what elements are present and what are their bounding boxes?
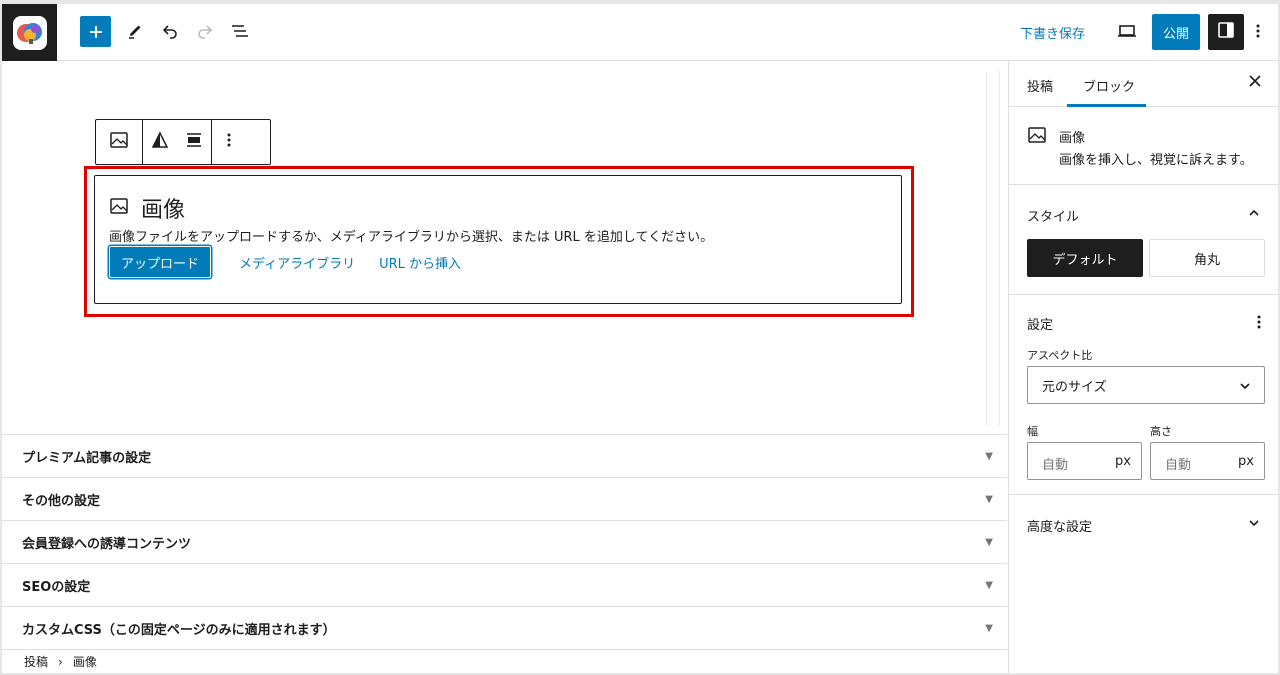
- canvas-scrollbar[interactable]: [986, 71, 1000, 426]
- close-sidebar-button[interactable]: [1245, 73, 1265, 93]
- undo-icon: [161, 22, 179, 44]
- metabox-premium[interactable]: プレミアム記事の設定 ▼: [2, 434, 1007, 477]
- width-input[interactable]: 自動 px: [1027, 442, 1142, 480]
- metabox-label: SEOの設定: [22, 579, 91, 595]
- site-logo-button[interactable]: [2, 4, 57, 61]
- width-unit[interactable]: px: [1115, 454, 1131, 469]
- height-placeholder: 自動: [1165, 458, 1192, 473]
- caret-down-icon: ▼: [985, 623, 993, 634]
- tab-post[interactable]: 投稿: [1027, 76, 1053, 95]
- image-icon: [1027, 125, 1047, 149]
- block-card-title: 画像: [1059, 131, 1086, 146]
- image-block-instructions: 画像ファイルをアップロードするか、メディアライブラリから選択、または URL を…: [109, 230, 714, 245]
- aspect-ratio-value: 元のサイズ: [1042, 379, 1107, 395]
- editor-window: 下書き保存 公開 画像 画像ファイルをアップロードするか、メディアライブラリから…: [2, 4, 1278, 673]
- breadcrumb-current[interactable]: 画像: [73, 653, 97, 670]
- kebab-menu-icon[interactable]: [1257, 314, 1261, 334]
- advanced-heading: 高度な設定: [1027, 520, 1093, 535]
- metabox-label: プレミアム記事の設定: [22, 450, 152, 466]
- metabox-label: その他の設定: [22, 493, 101, 509]
- image-block-title-text: 画像: [141, 198, 186, 223]
- media-library-button[interactable]: メディアライブラリ: [227, 253, 367, 272]
- block-type-button[interactable]: [96, 120, 142, 164]
- width-placeholder: 自動: [1042, 458, 1069, 473]
- duotone-button[interactable]: [143, 120, 177, 164]
- block-options-button[interactable]: [212, 120, 246, 164]
- editor-header: 下書き保存 公開: [2, 4, 1278, 61]
- publish-button[interactable]: 公開: [1152, 14, 1200, 50]
- metabox-label: 会員登録への誘導コンテンツ: [22, 536, 192, 552]
- document-overview-button[interactable]: [225, 18, 255, 48]
- image-block-placeholder[interactable]: 画像 画像ファイルをアップロードするか、メディアライブラリから選択、または UR…: [94, 175, 902, 304]
- upload-button[interactable]: アップロード: [109, 246, 212, 278]
- list-view-icon: [230, 23, 250, 43]
- style-default-button[interactable]: デフォルト: [1027, 239, 1143, 277]
- redo-button[interactable]: [190, 18, 220, 48]
- height-unit[interactable]: px: [1238, 454, 1254, 469]
- width-label: 幅: [1027, 425, 1038, 438]
- kebab-menu-icon: [227, 132, 231, 152]
- styles-panel-toggle[interactable]: スタイル: [1009, 189, 1278, 239]
- image-block-title: 画像: [109, 192, 185, 224]
- image-icon: [109, 196, 129, 220]
- breadcrumb: 投稿 › 画像: [2, 649, 1007, 673]
- preview-button[interactable]: [1112, 18, 1142, 48]
- duotone-icon: [151, 131, 169, 153]
- chevron-down-icon: [1238, 379, 1252, 397]
- align-button[interactable]: [177, 120, 211, 164]
- height-label: 高さ: [1150, 425, 1172, 438]
- tab-block[interactable]: ブロック: [1083, 76, 1135, 95]
- metabox-member-cta[interactable]: 会員登録への誘導コンテンツ ▼: [2, 520, 1007, 563]
- options-menu-button[interactable]: [1248, 18, 1268, 48]
- insert-from-url-button[interactable]: URL から挿入: [367, 253, 473, 272]
- close-icon: [1249, 75, 1261, 91]
- caret-down-icon: ▼: [985, 451, 993, 462]
- pencil-icon: [126, 22, 144, 44]
- settings-panel: 設定: [1009, 297, 1278, 347]
- caret-down-icon: ▼: [985, 537, 993, 548]
- metabox-seo[interactable]: SEOの設定 ▼: [2, 563, 1007, 606]
- block-card-description: 画像を挿入し、視覚に訴えます。: [1059, 153, 1253, 168]
- advanced-panel-toggle[interactable]: 高度な設定: [1009, 499, 1278, 549]
- chevron-up-icon: [1247, 206, 1261, 224]
- sidebar-tabs: 投稿 ブロック: [1009, 61, 1278, 107]
- align-wide-icon: [185, 131, 203, 153]
- sidebar-panel-icon: [1217, 21, 1235, 43]
- styles-heading: スタイル: [1027, 210, 1080, 225]
- image-block-actions: アップロード メディアライブラリ URL から挿入: [109, 246, 473, 278]
- aspect-ratio-select[interactable]: 元のサイズ: [1027, 366, 1265, 404]
- divider: [1009, 294, 1278, 295]
- redo-icon: [196, 22, 214, 44]
- metabox-other[interactable]: その他の設定 ▼: [2, 477, 1007, 520]
- add-block-button[interactable]: [80, 16, 111, 47]
- metabox-custom-css[interactable]: カスタムCSS（この固定ページのみに適用されます） ▼: [2, 606, 1007, 649]
- caret-down-icon: ▼: [985, 494, 993, 505]
- style-rounded-button[interactable]: 角丸: [1149, 239, 1265, 277]
- metabox-label: カスタムCSS（この固定ページのみに適用されます）: [22, 622, 336, 638]
- brain-logo-icon: [12, 15, 47, 50]
- edit-tool-button[interactable]: [120, 18, 150, 48]
- settings-toggle-button[interactable]: [1208, 14, 1244, 50]
- editor-canvas[interactable]: 画像 画像ファイルをアップロードするか、メディアライブラリから選択、または UR…: [2, 61, 1007, 434]
- breadcrumb-root[interactable]: 投稿: [24, 653, 48, 670]
- undo-button[interactable]: [155, 18, 185, 48]
- block-toolbar: [95, 119, 271, 165]
- caret-down-icon: ▼: [985, 580, 993, 591]
- kebab-menu-icon: [1256, 23, 1260, 43]
- image-icon: [109, 130, 129, 154]
- settings-heading: 設定: [1027, 318, 1054, 333]
- desktop-preview-icon: [1117, 23, 1137, 43]
- save-draft-button[interactable]: 下書き保存: [1020, 23, 1085, 42]
- aspect-ratio-label: アスペクト比: [1027, 349, 1093, 362]
- chevron-down-icon: [1247, 516, 1261, 534]
- block-card: 画像 画像を挿入し、視覚に訴えます。: [1009, 107, 1278, 185]
- height-input[interactable]: 自動 px: [1150, 442, 1265, 480]
- divider: [1009, 494, 1278, 495]
- breadcrumb-separator: ›: [58, 654, 63, 669]
- settings-sidebar: 投稿 ブロック 画像 画像を挿入し、視覚に訴えます。 スタイル デフォルト 角丸: [1008, 61, 1278, 673]
